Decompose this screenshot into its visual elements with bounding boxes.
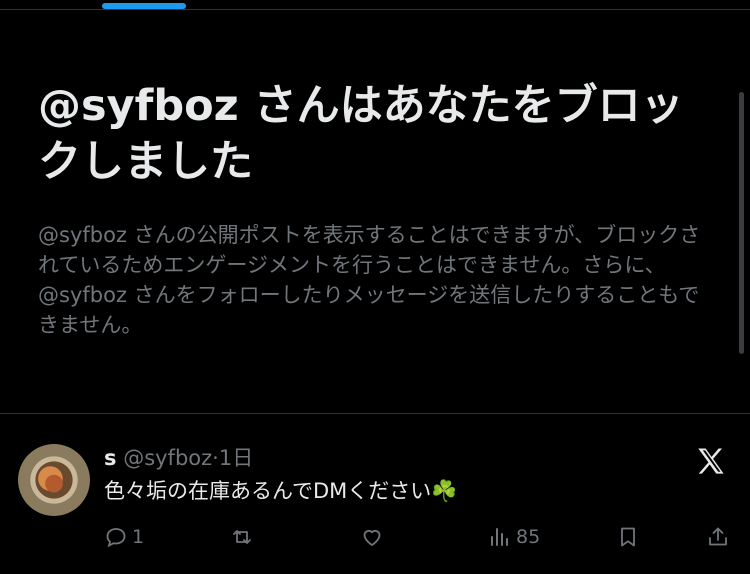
separator-dot: ·: [212, 446, 219, 470]
reply-icon: [106, 528, 126, 548]
section-divider: [0, 413, 750, 414]
user-handle[interactable]: @syfboz: [123, 446, 212, 470]
avatar[interactable]: [18, 444, 90, 516]
top-divider: [0, 9, 750, 10]
views-count: 85: [516, 526, 541, 548]
heart-icon: [363, 529, 381, 547]
like-button[interactable]: [360, 520, 384, 554]
reply-button[interactable]: 1: [104, 520, 144, 554]
retweet-button[interactable]: [230, 520, 254, 554]
scrollbar[interactable]: [739, 92, 744, 354]
tweet-text: 色々垢の在庫あるんでDMください☘️: [104, 479, 458, 503]
active-tab-indicator: [102, 3, 186, 9]
display-name[interactable]: s: [104, 446, 117, 470]
retweet-icon: [233, 530, 251, 544]
views-button[interactable]: 85: [488, 520, 540, 554]
post-time[interactable]: 1日: [219, 446, 253, 470]
bookmark-icon: [621, 527, 635, 547]
reply-count: 1: [132, 526, 145, 548]
blocked-notice-title: @syfboz さんはあなたをブロックしました: [38, 81, 684, 187]
views-icon: [491, 528, 508, 546]
tweet-header: s @syfboz·1日: [104, 444, 253, 472]
x-logo-icon[interactable]: [694, 445, 728, 479]
share-button[interactable]: [706, 520, 730, 554]
share-icon: [709, 527, 727, 546]
tweet-actions: 1 85: [0, 520, 750, 554]
bookmark-button[interactable]: [616, 520, 640, 554]
blocked-notice-description: @syfboz さんの公開ポストを表示することはできますが、ブロックされているた…: [38, 223, 701, 337]
